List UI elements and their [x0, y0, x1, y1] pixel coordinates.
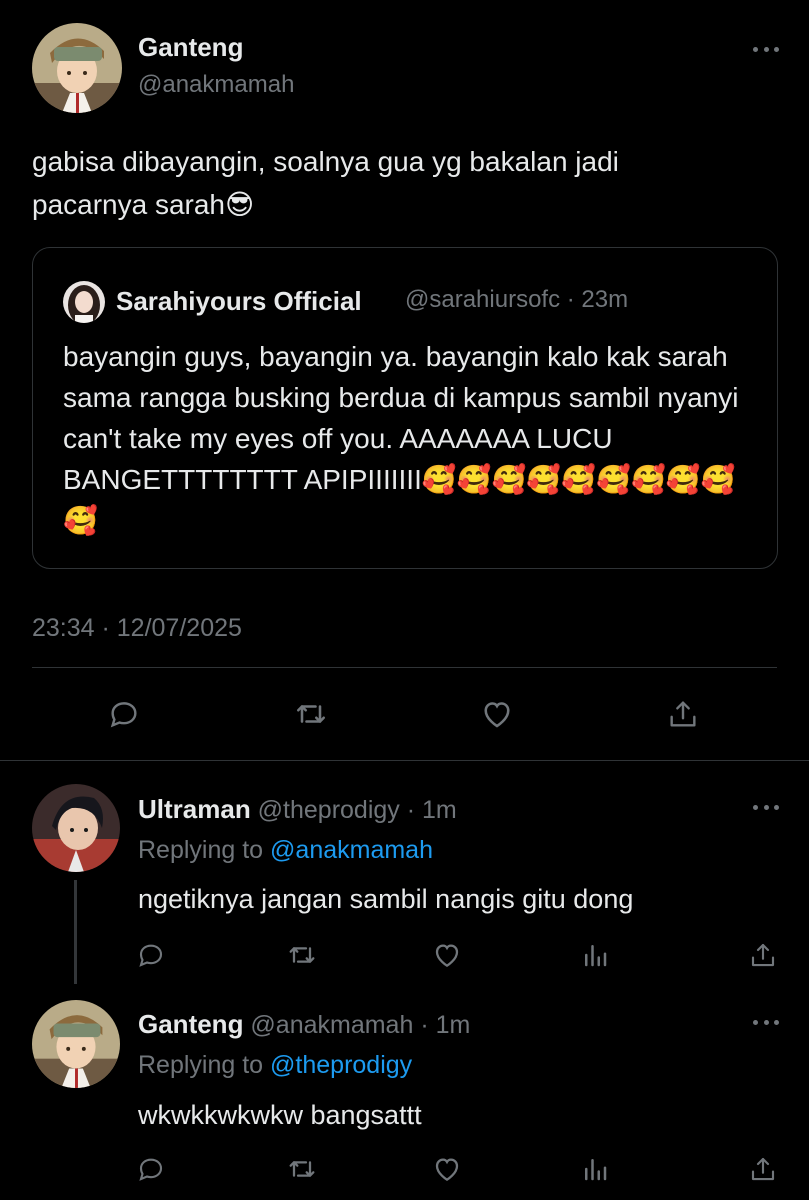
reply-author-handle[interactable]: @theprodigy	[258, 796, 400, 824]
more-options-icon[interactable]	[753, 803, 779, 811]
thread-line	[74, 880, 77, 984]
quoted-author-avatar	[63, 281, 105, 323]
reply-author-avatar[interactable]	[32, 784, 120, 872]
analytics-icon[interactable]	[576, 936, 614, 974]
retweet-icon[interactable]	[292, 695, 330, 733]
quoted-tweet[interactable]: Sarahiyours Official @sarahiursofc · 23m…	[32, 247, 778, 569]
replying-to-link[interactable]: @theprodigy	[270, 1051, 412, 1079]
share-icon[interactable]	[744, 1150, 782, 1188]
reply-time[interactable]: · 1m	[420, 1011, 470, 1039]
replying-to-link[interactable]: @anakmamah	[270, 836, 433, 864]
reply-icon[interactable]	[105, 695, 143, 733]
reply-author-avatar[interactable]	[32, 1000, 120, 1088]
reply-author-handle[interactable]: @anakmamah	[250, 1011, 413, 1039]
share-icon[interactable]	[664, 695, 702, 733]
author-handle[interactable]: @anakmamah	[138, 71, 294, 99]
reply-time[interactable]: · 1m	[407, 796, 457, 824]
retweet-icon[interactable]	[283, 936, 321, 974]
divider-main	[0, 760, 809, 761]
reply-icon[interactable]	[132, 936, 170, 974]
more-options-icon[interactable]	[753, 45, 779, 53]
tweet-timestamp[interactable]: 23:34 · 12/07/2025	[32, 614, 242, 643]
retweet-icon[interactable]	[283, 1150, 321, 1188]
reply-text: wkwkkwkwkw bangsattt	[138, 1100, 422, 1130]
share-icon[interactable]	[744, 936, 782, 974]
reply-text: ngetiknya jangan sambil nangis gitu dong	[138, 884, 634, 914]
replying-to-label: Replying to	[138, 836, 264, 864]
tweet-text: gabisa dibayangin, soalnya gua yg bakala…	[32, 146, 619, 220]
quoted-time: · 23m	[566, 286, 629, 313]
reply-author-name[interactable]: Ganteng	[138, 1009, 243, 1039]
replying-to-label: Replying to	[138, 1051, 264, 1079]
like-icon[interactable]	[478, 695, 516, 733]
analytics-icon[interactable]	[576, 1150, 614, 1188]
author-avatar[interactable]	[32, 23, 122, 113]
quoted-text: bayangin guys, bayangin ya. bayangin kal…	[63, 341, 739, 536]
author-name[interactable]: Ganteng	[138, 32, 243, 63]
more-options-icon[interactable]	[753, 1018, 779, 1026]
reply-author-name[interactable]: Ultraman	[138, 794, 251, 824]
like-icon[interactable]	[428, 936, 466, 974]
quoted-author-name: Sarahiyours Official	[116, 286, 362, 316]
like-icon[interactable]	[428, 1150, 466, 1188]
quoted-author-handle: @sarahiursofc	[405, 286, 561, 313]
divider-top	[32, 667, 777, 668]
reply-icon[interactable]	[132, 1150, 170, 1188]
